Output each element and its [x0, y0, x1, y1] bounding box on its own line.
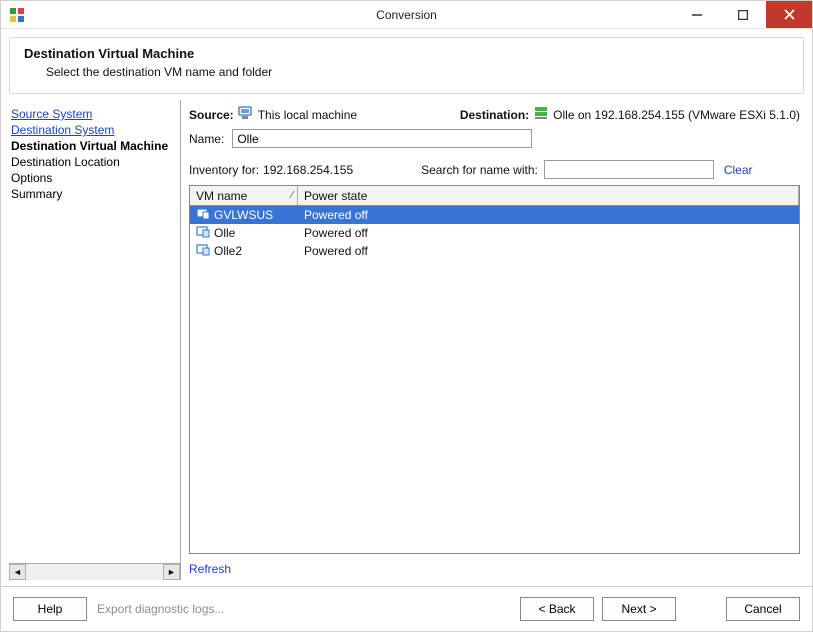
help-button[interactable]: Help [13, 597, 87, 621]
vm-power-state: Powered off [298, 208, 799, 222]
app-icon [9, 7, 25, 23]
window-controls [674, 1, 812, 28]
column-power-state-label: Power state [304, 189, 367, 203]
source-destination-row: Source: This local machine Destination: … [189, 106, 800, 123]
column-vm-name-label: VM name [196, 189, 247, 203]
scroll-right-icon[interactable]: ► [163, 564, 180, 580]
source-label: Source: [189, 108, 234, 122]
vm-name-label: Name: [189, 132, 224, 146]
export-logs-button: Export diagnostic logs... [97, 602, 224, 616]
page-subtitle: Select the destination VM name and folde… [46, 65, 789, 79]
vm-name: GVLWSUS [214, 208, 273, 222]
inventory-label: Inventory for: [189, 163, 259, 177]
table-row[interactable]: Olle2 Powered off [190, 242, 799, 260]
clear-link[interactable]: Clear [724, 163, 753, 177]
inventory-row: Inventory for: 192.168.254.155 Search fo… [189, 160, 800, 179]
column-vm-name[interactable]: VM name ∕ [190, 186, 298, 205]
vm-power-state: Powered off [298, 244, 799, 258]
table-row[interactable]: GVLWSUS Powered off [190, 206, 799, 224]
destination-label: Destination: [460, 108, 529, 122]
main-panel: Source: This local machine Destination: … [181, 100, 804, 580]
next-button[interactable]: Next > [602, 597, 676, 621]
nav-buttons: < Back Next > Cancel [520, 597, 800, 621]
computer-icon [238, 106, 254, 123]
vm-icon [196, 208, 210, 223]
scroll-track[interactable] [26, 564, 163, 580]
step-summary: Summary [11, 186, 180, 202]
step-destination-virtual-machine: Destination Virtual Machine [11, 138, 180, 154]
cancel-button[interactable]: Cancel [726, 597, 800, 621]
search-input[interactable] [544, 160, 714, 179]
vm-name: Olle2 [214, 244, 242, 258]
vm-name: Olle [214, 226, 235, 240]
source-text: This local machine [258, 108, 357, 122]
step-destination-location: Destination Location [11, 154, 180, 170]
search-label: Search for name with: [421, 163, 538, 177]
table-row[interactable]: Olle Powered off [190, 224, 799, 242]
column-power-state[interactable]: Power state [298, 186, 799, 205]
table-header: VM name ∕ Power state [190, 186, 799, 206]
step-destination-system[interactable]: Destination System [11, 122, 180, 138]
sidebar-scrollbar[interactable]: ◄ ► [9, 563, 180, 580]
vm-inventory-table: VM name ∕ Power state GVLWSUS Powered of… [189, 185, 800, 554]
wizard-body: Source System Destination System Destina… [9, 100, 804, 580]
maximize-button[interactable] [720, 1, 766, 28]
step-list: Source System Destination System Destina… [9, 100, 180, 563]
wizard-footer: Help Export diagnostic logs... < Back Ne… [1, 586, 812, 630]
vm-power-state: Powered off [298, 226, 799, 240]
table-body: GVLWSUS Powered off Olle Powered off Oll… [190, 206, 799, 553]
step-options: Options [11, 170, 180, 186]
vm-name-input[interactable] [232, 129, 532, 148]
vm-name-row: Name: [189, 129, 800, 148]
page-title: Destination Virtual Machine [24, 46, 789, 61]
minimize-button[interactable] [674, 1, 720, 28]
close-button[interactable] [766, 1, 812, 28]
destination-text: Olle on 192.168.254.155 (VMware ESXi 5.1… [553, 108, 800, 122]
window-title: Conversion [376, 8, 437, 22]
vm-icon [196, 226, 210, 241]
vm-icon [196, 244, 210, 259]
scroll-left-icon[interactable]: ◄ [9, 564, 26, 580]
server-icon [533, 106, 549, 123]
page-header: Destination Virtual Machine Select the d… [9, 37, 804, 94]
back-button[interactable]: < Back [520, 597, 594, 621]
steps-sidebar: Source System Destination System Destina… [9, 100, 181, 580]
title-bar: Conversion [1, 1, 812, 29]
sort-ascending-icon: ∕ [291, 190, 293, 201]
step-source-system[interactable]: Source System [11, 106, 180, 122]
inventory-host: 192.168.254.155 [263, 163, 353, 177]
refresh-link[interactable]: Refresh [189, 562, 231, 576]
